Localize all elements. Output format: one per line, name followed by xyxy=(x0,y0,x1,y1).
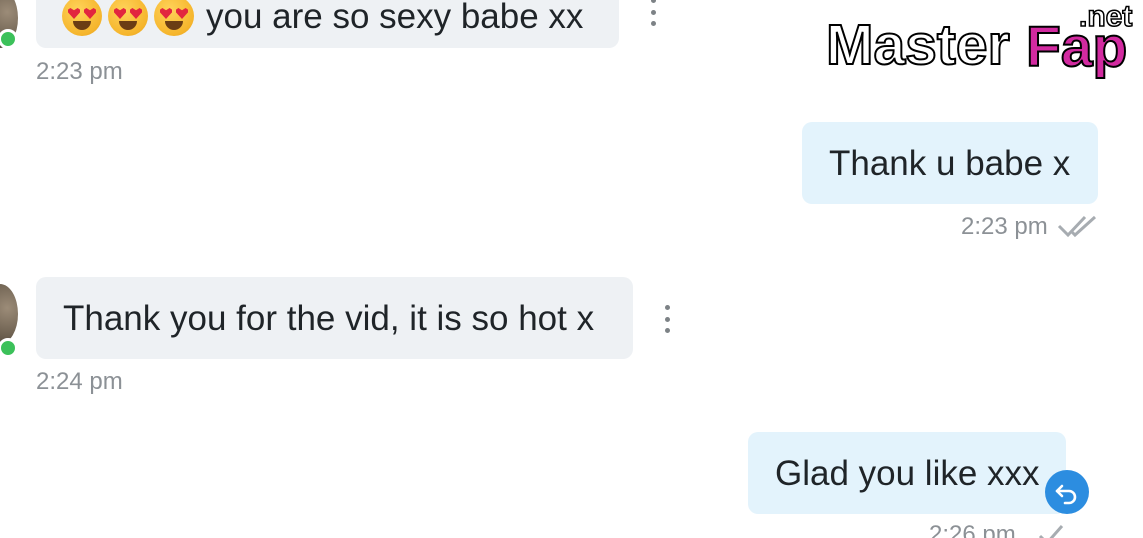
heart-eyes-emoji xyxy=(62,0,102,36)
online-status-dot xyxy=(0,29,18,49)
heart-eyes-emoji xyxy=(108,0,148,36)
more-vertical-icon xyxy=(664,305,670,310)
chat-thread: you are so sexy babe xx 2:23 pm Thank u … xyxy=(0,0,1143,538)
message-bubble-outgoing[interactable]: Thank u babe x xyxy=(802,122,1098,204)
watermark-domain-text: .net xyxy=(1079,0,1132,33)
avatar[interactable] xyxy=(0,284,18,344)
undo-icon xyxy=(1055,484,1077,505)
double-check-icon xyxy=(1057,215,1097,238)
watermark-logo: Master Fap .net xyxy=(825,0,1133,80)
online-status-dot xyxy=(0,338,18,358)
message-timestamp: 2:23 pm xyxy=(36,58,123,85)
message-text: Glad you like xxx xyxy=(775,453,1040,493)
watermark-master-text: Master xyxy=(826,13,1010,77)
message-text: you are so sexy babe xx xyxy=(206,0,584,36)
heart-eyes-emoji xyxy=(154,0,194,36)
message-options-button[interactable] xyxy=(643,0,663,26)
message-timestamp: 2:23 pm xyxy=(961,213,1048,240)
message-text: Thank you for the vid, it is so hot x xyxy=(63,298,595,338)
message-timestamp: 2:24 pm xyxy=(36,368,123,395)
more-vertical-icon xyxy=(650,0,656,3)
message-bubble-incoming[interactable]: you are so sexy babe xx xyxy=(36,0,619,48)
message-options-button[interactable] xyxy=(657,305,677,333)
message-timestamp: 2:26 pm xyxy=(929,521,1016,538)
message-bubble-outgoing[interactable]: Glad you like xxx xyxy=(748,432,1066,514)
message-text: Thank u babe x xyxy=(829,143,1071,183)
check-icon xyxy=(1038,525,1064,538)
undo-button[interactable] xyxy=(1045,470,1089,514)
message-bubble-incoming[interactable]: Thank you for the vid, it is so hot x xyxy=(36,277,633,359)
